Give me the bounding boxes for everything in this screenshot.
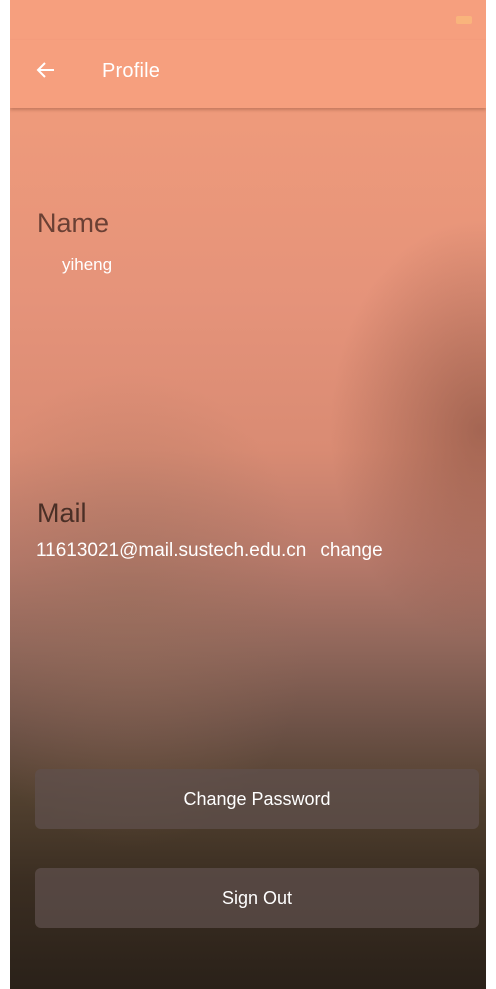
app-bar: Profile — [10, 40, 486, 108]
name-label: Name — [37, 208, 110, 238]
arrow-left-icon[interactable] — [36, 60, 56, 80]
mail-label: Mail — [37, 498, 87, 528]
change-mail-link[interactable]: change — [320, 540, 382, 561]
device-frame: Profile Name yiheng Mail 11613021@mail.s… — [0, 0, 496, 989]
profile-screen: Profile Name yiheng Mail 11613021@mail.s… — [10, 0, 486, 989]
mail-value: 11613021@mail.sustech.edu.cn — [36, 540, 307, 561]
status-bar — [10, 0, 486, 40]
mail-row: 11613021@mail.sustech.edu.cn change — [36, 540, 383, 562]
battery-icon — [456, 16, 472, 24]
page-title: Profile — [102, 60, 161, 82]
sign-out-button[interactable]: Sign Out — [35, 868, 479, 928]
name-value: yiheng — [62, 255, 113, 274]
change-password-button[interactable]: Change Password — [35, 769, 479, 829]
